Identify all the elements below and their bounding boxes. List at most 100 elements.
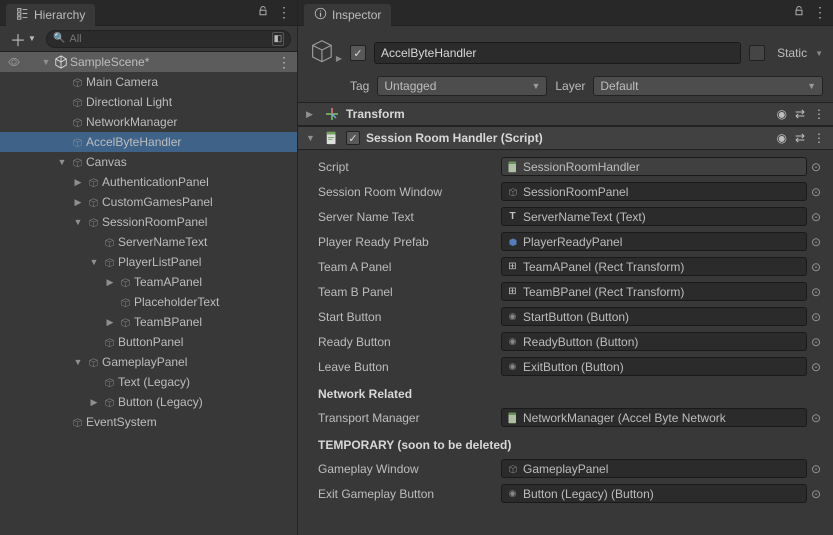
hierarchy-panel: Hierarchy ⋮ ＋▼ 🔍 ◧ SampleScene* ⋮ bbox=[0, 0, 298, 535]
object-picker-icon[interactable]: ⊙ bbox=[807, 360, 825, 374]
foldout-icon[interactable] bbox=[88, 397, 100, 408]
property-label: Team A Panel bbox=[306, 260, 501, 274]
object-picker-icon[interactable]: ⊙ bbox=[807, 411, 825, 425]
preset-icon[interactable]: ⇄ bbox=[795, 107, 805, 121]
inspector-unlock-icon[interactable] bbox=[793, 5, 805, 20]
hierarchy-item[interactable]: Directional Light bbox=[0, 92, 297, 112]
hierarchy-item[interactable]: GameplayPanel bbox=[0, 352, 297, 372]
search-filter-icon[interactable]: ◧ bbox=[272, 32, 284, 46]
help-icon[interactable]: ◉ bbox=[776, 131, 786, 145]
field-value: SessionRoomPanel bbox=[523, 185, 802, 199]
object-name-input[interactable] bbox=[374, 42, 741, 64]
hierarchy-item[interactable]: ServerNameText bbox=[0, 232, 297, 252]
search-input[interactable] bbox=[69, 33, 267, 45]
field-type-icon bbox=[506, 160, 519, 173]
foldout-icon[interactable] bbox=[72, 357, 84, 367]
hierarchy-item[interactable]: Main Camera bbox=[0, 72, 297, 92]
object-picker-icon[interactable]: ⊙ bbox=[807, 310, 825, 324]
transform-icon bbox=[324, 106, 340, 122]
hierarchy-item-label: TeamAPanel bbox=[134, 275, 202, 289]
object-field[interactable]: NetworkManager (Accel Byte Network bbox=[501, 408, 807, 427]
object-field[interactable]: ◉ StartButton (Button) bbox=[501, 307, 807, 326]
gameobject-icon[interactable]: ▶ bbox=[308, 36, 342, 70]
object-field[interactable]: ◉ Button (Legacy) (Button) bbox=[501, 484, 807, 503]
search-box[interactable]: 🔍 ◧ bbox=[46, 30, 291, 48]
object-field[interactable]: SessionRoomPanel bbox=[501, 182, 807, 201]
hierarchy-item[interactable]: AuthenticationPanel bbox=[0, 172, 297, 192]
object-field[interactable]: ⊞ TeamAPanel (Rect Transform) bbox=[501, 257, 807, 276]
object-picker-icon[interactable]: ⊙ bbox=[807, 462, 825, 476]
foldout-icon[interactable] bbox=[56, 157, 68, 167]
tag-value: Untagged bbox=[384, 79, 436, 93]
inspector-tab[interactable]: Inspector bbox=[304, 4, 391, 26]
component-menu-icon[interactable]: ⋮ bbox=[813, 107, 825, 121]
hierarchy-item[interactable]: NetworkManager bbox=[0, 112, 297, 132]
component-menu-icon[interactable]: ⋮ bbox=[813, 131, 825, 145]
foldout-icon[interactable] bbox=[72, 177, 84, 188]
property-row: Player Ready Prefab PlayerReadyPanel ⊙ bbox=[298, 229, 833, 254]
hierarchy-item[interactable]: PlaceholderText bbox=[0, 292, 297, 312]
add-button[interactable]: ＋▼ bbox=[6, 27, 40, 51]
foldout-icon[interactable] bbox=[104, 317, 116, 328]
hierarchy-item[interactable]: CustomGamesPanel bbox=[0, 192, 297, 212]
visibility-toggles[interactable] bbox=[4, 57, 38, 67]
hierarchy-item[interactable]: Button (Legacy) bbox=[0, 392, 297, 412]
hierarchy-item[interactable]: Canvas bbox=[0, 152, 297, 172]
object-field[interactable]: ◉ ExitButton (Button) bbox=[501, 357, 807, 376]
preset-icon[interactable]: ⇄ bbox=[795, 131, 805, 145]
static-dropdown-icon[interactable]: ▼ bbox=[815, 49, 823, 58]
info-icon bbox=[314, 7, 327, 23]
foldout-icon[interactable] bbox=[72, 197, 84, 208]
static-checkbox[interactable] bbox=[749, 45, 765, 61]
hierarchy-item[interactable]: TeamBPanel bbox=[0, 312, 297, 332]
hierarchy-item[interactable]: AccelByteHandler bbox=[0, 132, 297, 152]
object-picker-icon[interactable]: ⊙ bbox=[807, 487, 825, 501]
hierarchy-menu-icon[interactable]: ⋮ bbox=[277, 4, 291, 21]
object-picker-icon[interactable]: ⊙ bbox=[807, 335, 825, 349]
hierarchy-item[interactable]: ButtonPanel bbox=[0, 332, 297, 352]
scene-menu-icon[interactable]: ⋮ bbox=[277, 54, 291, 71]
layer-dropdown[interactable]: Default ▼ bbox=[593, 76, 823, 96]
hierarchy-tab[interactable]: Hierarchy bbox=[6, 4, 95, 26]
unlock-icon[interactable] bbox=[257, 5, 269, 20]
tag-dropdown[interactable]: Untagged ▼ bbox=[377, 76, 547, 96]
property-label: Session Room Window bbox=[306, 185, 501, 199]
hierarchy-item-label: TeamBPanel bbox=[134, 315, 202, 329]
object-picker-icon[interactable]: ⊙ bbox=[807, 285, 825, 299]
field-type-icon: T bbox=[506, 210, 519, 223]
object-picker-icon[interactable]: ⊙ bbox=[807, 235, 825, 249]
gameobject-icon bbox=[70, 75, 84, 89]
gameobject-icon bbox=[102, 235, 116, 249]
hierarchy-item[interactable]: PlayerListPanel bbox=[0, 252, 297, 272]
object-picker-icon[interactable]: ⊙ bbox=[807, 185, 825, 199]
script-enabled-checkbox[interactable]: ✓ bbox=[346, 131, 360, 145]
object-field[interactable]: T ServerNameText (Text) bbox=[501, 207, 807, 226]
transform-component-header[interactable]: ▶ Transform ◉ ⇄ ⋮ bbox=[298, 102, 833, 126]
gameobject-icon bbox=[86, 195, 100, 209]
object-field[interactable]: GameplayPanel bbox=[501, 459, 807, 478]
inspector-menu-icon[interactable]: ⋮ bbox=[813, 4, 827, 21]
foldout-icon[interactable] bbox=[72, 217, 84, 227]
transform-foldout[interactable]: ▶ bbox=[306, 109, 318, 120]
hierarchy-item[interactable]: EventSystem bbox=[0, 412, 297, 432]
foldout-icon[interactable] bbox=[104, 277, 116, 288]
help-icon[interactable]: ◉ bbox=[776, 107, 786, 121]
script-foldout[interactable]: ▼ bbox=[306, 133, 318, 143]
field-value: ServerNameText (Text) bbox=[523, 210, 802, 224]
enabled-checkbox[interactable]: ✓ bbox=[350, 45, 366, 61]
foldout-icon[interactable] bbox=[88, 257, 100, 267]
object-field[interactable]: ◉ ReadyButton (Button) bbox=[501, 332, 807, 351]
hierarchy-item[interactable]: TeamAPanel bbox=[0, 272, 297, 292]
hierarchy-item[interactable]: SessionRoomPanel bbox=[0, 212, 297, 232]
property-row: Team B Panel ⊞ TeamBPanel (Rect Transfor… bbox=[298, 279, 833, 304]
object-field[interactable]: ⊞ TeamBPanel (Rect Transform) bbox=[501, 282, 807, 301]
gameobject-icon bbox=[70, 115, 84, 129]
scene-row[interactable]: SampleScene* ⋮ bbox=[0, 52, 297, 72]
object-picker-icon[interactable]: ⊙ bbox=[807, 210, 825, 224]
hierarchy-item[interactable]: Text (Legacy) bbox=[0, 372, 297, 392]
object-field[interactable]: PlayerReadyPanel bbox=[501, 232, 807, 251]
object-picker-icon[interactable]: ⊙ bbox=[807, 160, 825, 174]
object-picker-icon[interactable]: ⊙ bbox=[807, 260, 825, 274]
scene-foldout[interactable] bbox=[40, 57, 52, 67]
script-component-header[interactable]: ▼ ✓ Session Room Handler (Script) ◉ ⇄ ⋮ bbox=[298, 126, 833, 150]
